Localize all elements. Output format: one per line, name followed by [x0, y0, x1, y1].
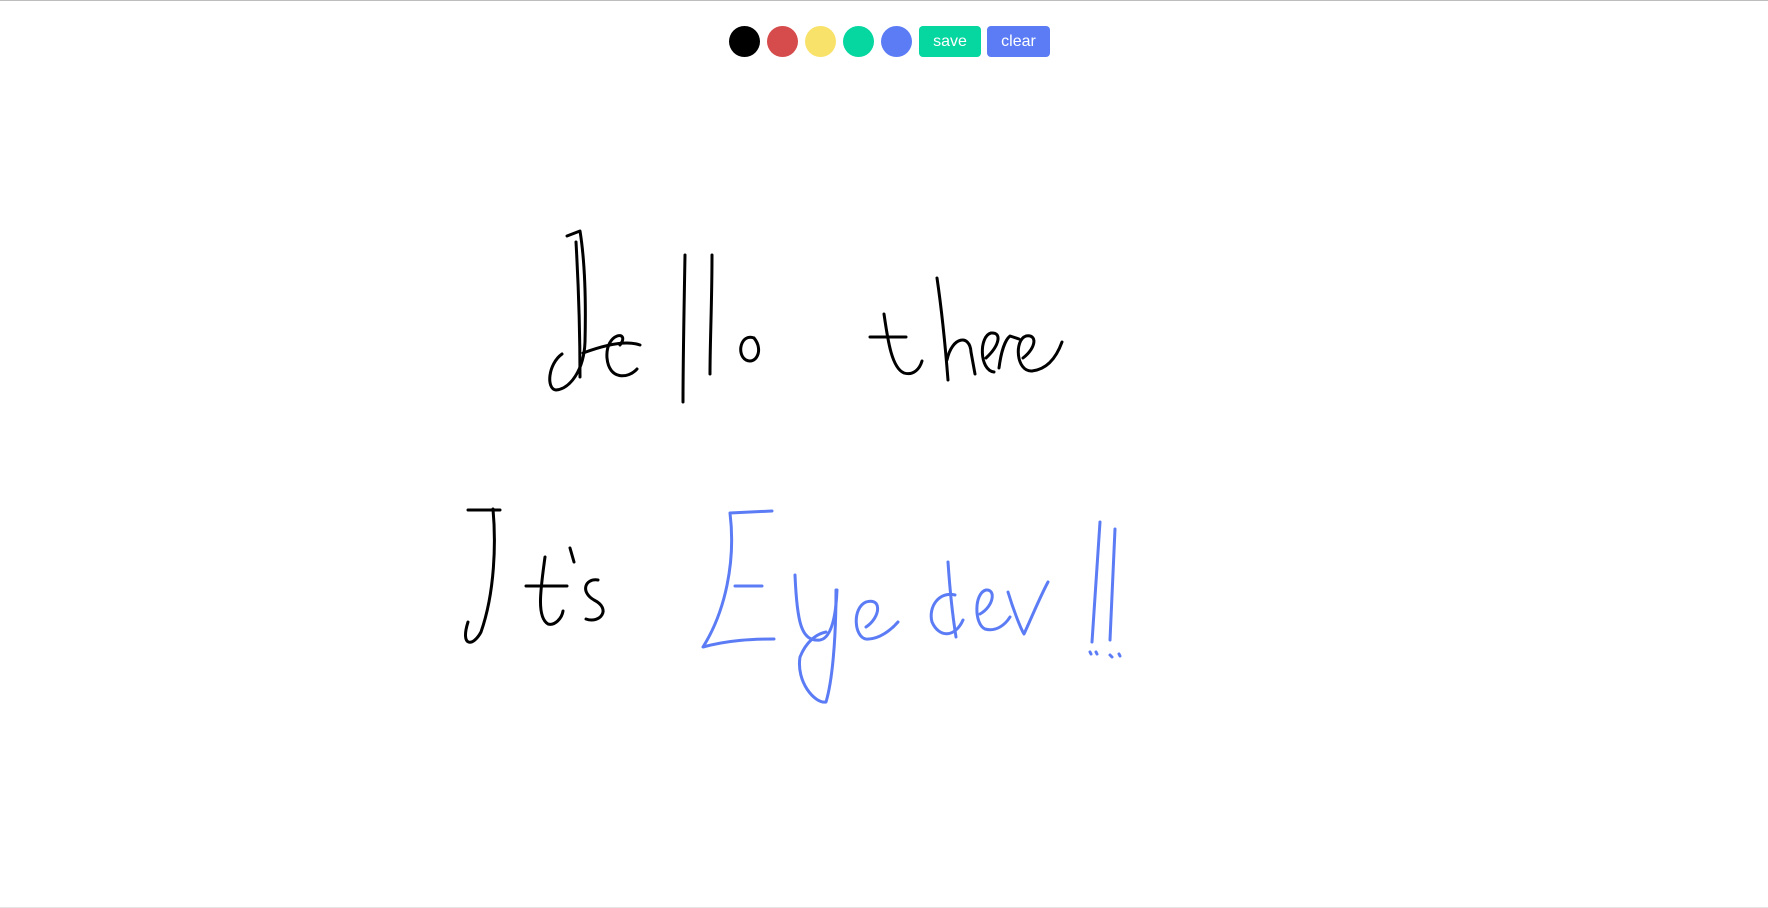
drawing-canvas[interactable] [0, 2, 1768, 908]
drawing-app: save clear [0, 0, 1768, 908]
handwritten-its [464, 507, 605, 644]
handwritten-hello [548, 229, 760, 404]
handwritten-eyedev [701, 509, 1122, 704]
handwritten-there [868, 276, 1064, 382]
